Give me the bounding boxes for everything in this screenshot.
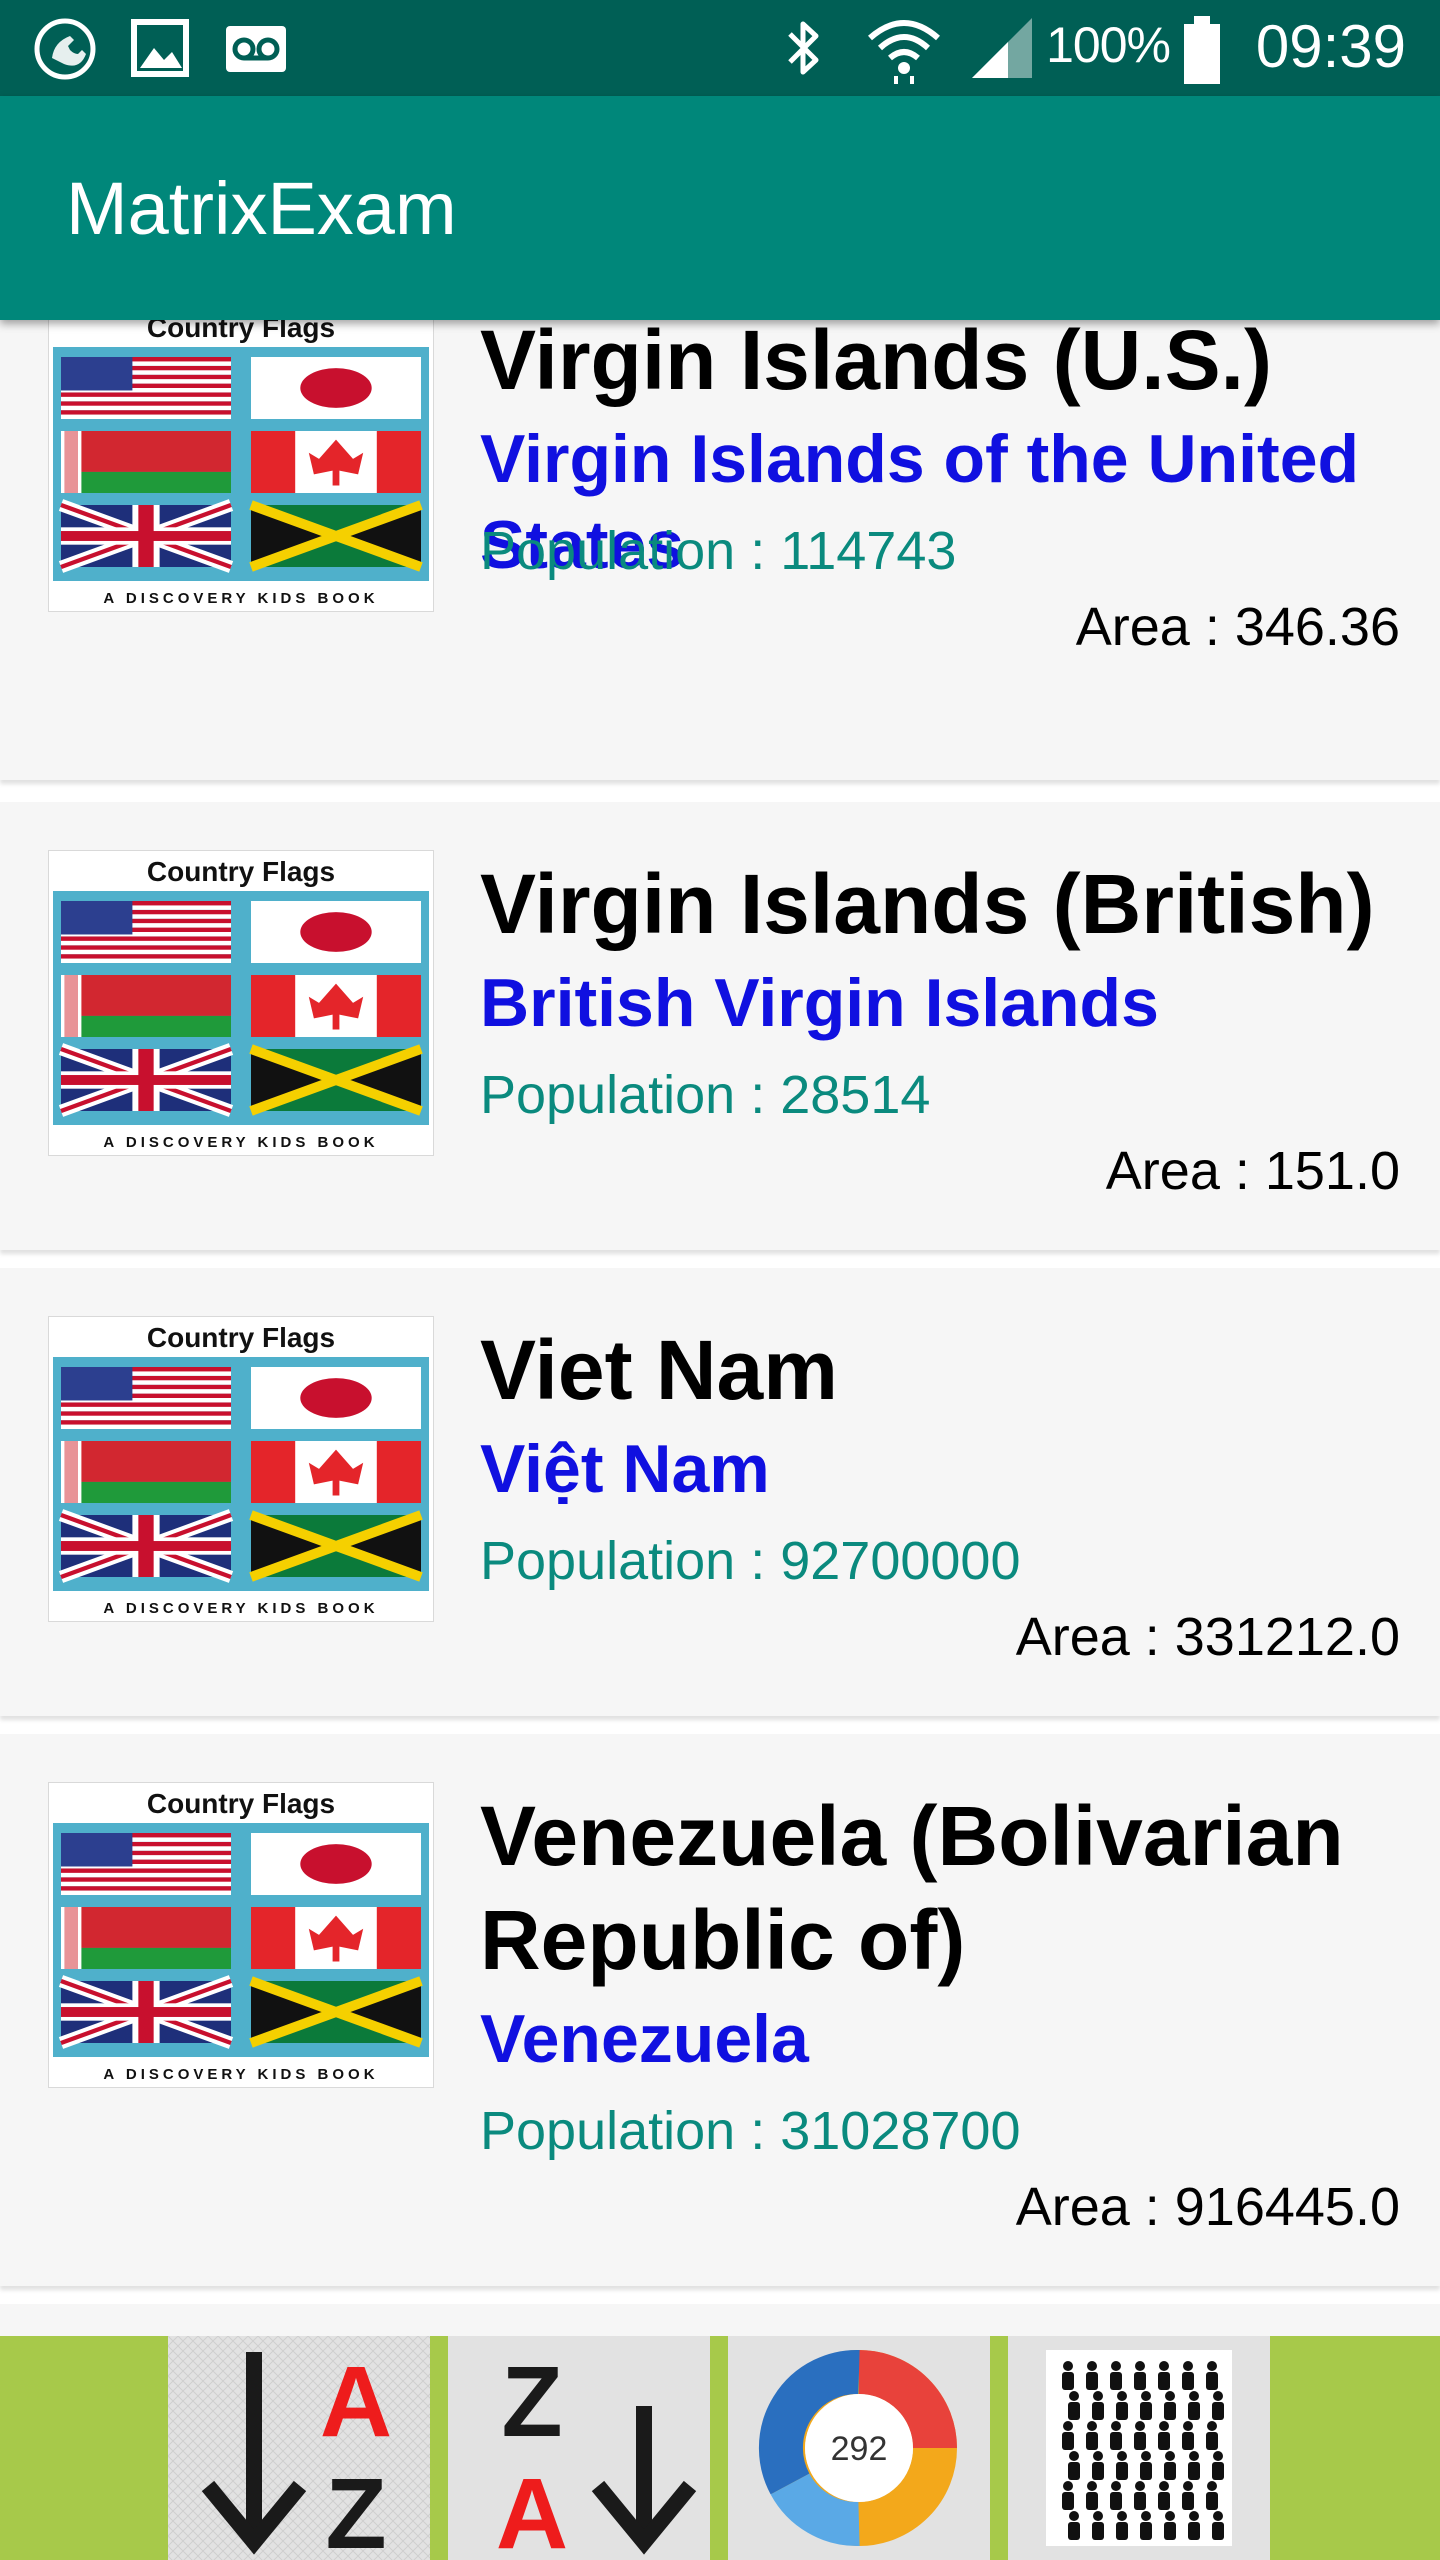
population-sort-button[interactable] (1008, 2336, 1270, 2560)
call-missed-icon (34, 18, 96, 80)
population-text: Population : 92700000 (480, 1531, 1021, 1591)
book-caption: A DISCOVERY KIDS BOOK (103, 590, 378, 607)
country-card[interactable]: Country Flags A DISCOVERY KIDS BOOK Virgi… (0, 320, 1440, 780)
svg-text:Z: Z (501, 2346, 562, 2458)
sort-ascending-button[interactable]: A Z (168, 2336, 430, 2560)
wifi-icon (868, 20, 940, 84)
population-text: Population : 31028700 (480, 2101, 1021, 2161)
country-card[interactable]: Country Flags A DISCOVERY KIDS BOOK Virgi… (0, 802, 1440, 1250)
area-text: Area : 151.0 (1105, 1141, 1400, 1201)
battery-icon (1184, 16, 1220, 84)
native-name: Việt Nam (480, 1431, 770, 1507)
country-flags-book-cover: Country Flags A DISCOVERY KIDS BOOK (49, 320, 433, 611)
country-name: Venezuela (Bolivarian Republic of) (480, 1789, 1344, 1987)
svg-text:A: A (320, 2346, 392, 2458)
signal-icon (972, 18, 1032, 78)
country-card[interactable] (0, 2304, 1440, 2336)
book-title: Country Flags (147, 320, 335, 343)
book-caption: A DISCOVERY KIDS BOOK (103, 1600, 378, 1617)
altmetric-button[interactable]: 292 (728, 2336, 990, 2560)
country-name: Virgin Islands (British) (480, 857, 1375, 951)
status-bar: 100% 09:39 (0, 0, 1440, 96)
app-title: MatrixExam (66, 167, 457, 250)
app-bar: MatrixExam (0, 96, 1440, 320)
country-card[interactable]: Country Flags A DISCOVERY KIDS BOOK Viet … (0, 1268, 1440, 1716)
book-title: Country Flags (147, 1788, 335, 1819)
sort-descending-button[interactable]: Z A (448, 2336, 710, 2560)
sort-a-z-icon: A Z (168, 2336, 430, 2560)
altmetric-donut-icon: 292 (758, 2350, 957, 2546)
country-list[interactable]: Country Flags A DISCOVERY KIDS BOOK Virgi… (0, 320, 1440, 2336)
svg-text:Z: Z (325, 2458, 386, 2560)
country-flags-book-cover: Country Flags A DISCOVERY KIDS BOOK (49, 1317, 433, 1621)
population-icon (1046, 2350, 1232, 2546)
book-title: Country Flags (147, 856, 335, 887)
area-text: Area : 331212.0 (1015, 1607, 1400, 1667)
book-caption: A DISCOVERY KIDS BOOK (103, 1134, 378, 1151)
population-text: Population : 28514 (480, 1065, 931, 1125)
flags-thumbnail: Country Flags A DISCOVERY KIDS BOOK (48, 850, 434, 1156)
flags-thumbnail: Country Flags A DISCOVERY KIDS BOOK (48, 1316, 434, 1622)
bluetooth-icon (788, 21, 819, 75)
area-text: Area : 916445.0 (1015, 2177, 1400, 2237)
svg-text:A: A (496, 2458, 568, 2560)
native-name: Venezuela (480, 2001, 809, 2077)
area-text: Area : 346.36 (1075, 597, 1400, 657)
clock: 09:39 (1255, 13, 1406, 80)
country-flags-book-cover: Country Flags A DISCOVERY KIDS BOOK (49, 1783, 433, 2087)
book-caption: A DISCOVERY KIDS BOOK (103, 2066, 378, 2083)
bottom-action-bar: A Z Z A 292 (0, 2336, 1440, 2560)
image-icon (131, 19, 189, 77)
flags-thumbnail: Country Flags A DISCOVERY KIDS BOOK (48, 1782, 434, 2088)
population-text: Population : 114743 (480, 521, 957, 581)
book-title: Country Flags (147, 1322, 335, 1353)
flags-thumbnail: Country Flags A DISCOVERY KIDS BOOK (48, 320, 434, 612)
country-flags-book-cover: Country Flags A DISCOVERY KIDS BOOK (49, 851, 433, 1155)
sort-z-a-icon: Z A (496, 2346, 697, 2560)
country-name: Virgin Islands (U.S.) (480, 320, 1272, 407)
native-name: British Virgin Islands (480, 965, 1159, 1041)
altmetric-score: 292 (831, 2430, 888, 2468)
voicemail-icon (226, 26, 286, 72)
battery-percent: 100% (1046, 17, 1171, 73)
country-card[interactable]: Country Flags A DISCOVERY KIDS BOOK Venez… (0, 1734, 1440, 2286)
country-name: Viet Nam (480, 1323, 838, 1417)
